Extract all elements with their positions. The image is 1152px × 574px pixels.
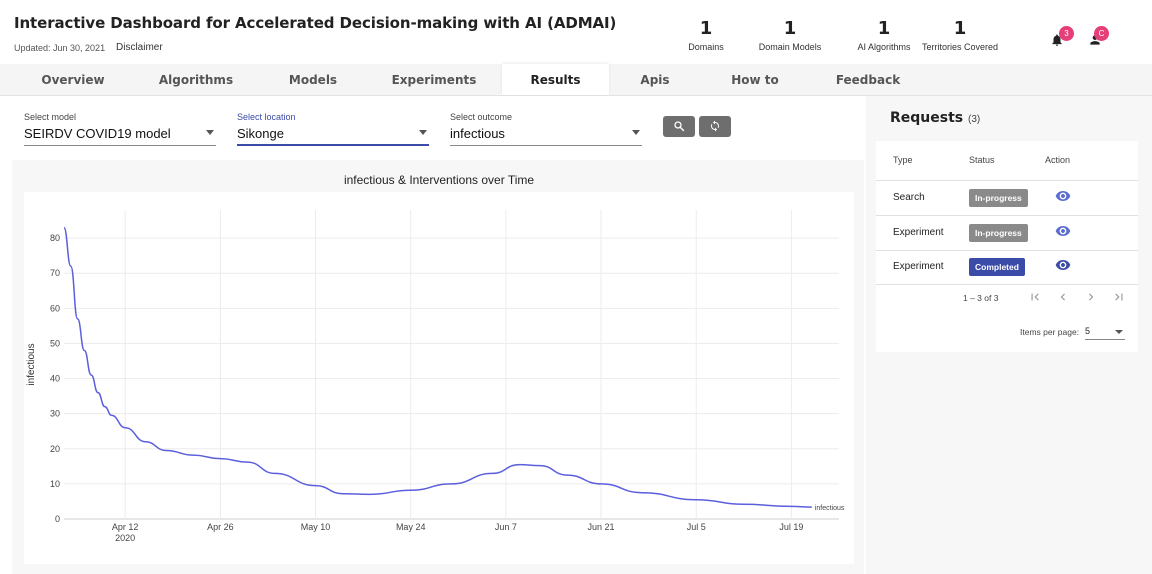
requests-table-header: Type Status Action (876, 141, 1138, 181)
requests-table: Type Status Action Search In-progress Expe… (876, 141, 1138, 352)
column-header-type: Type (893, 155, 913, 165)
chart-title: infectious & Interventions over Time (343, 173, 535, 187)
tab-apis[interactable]: Apis (615, 64, 695, 95)
items-per-page-label: Items per page: (1020, 327, 1080, 337)
outcome-select-value: infectious (450, 126, 505, 141)
y-tick-label: 0 (55, 514, 60, 524)
x-tick-label: Apr 12 (112, 522, 139, 532)
x-tick-label: Jun 21 (588, 522, 615, 532)
stat-label: Territories Covered (921, 42, 999, 52)
tab-feedback[interactable]: Feedback (818, 64, 918, 95)
y-tick-label: 10 (50, 479, 60, 489)
y-axis-label: infectious (26, 343, 37, 385)
y-tick-label: 50 (50, 338, 60, 348)
location-select[interactable]: Select location Sikonge (237, 110, 429, 146)
first-page-icon[interactable] (1028, 290, 1042, 304)
column-header-status: Status (969, 155, 995, 165)
requests-title-text: Requests (890, 110, 964, 126)
items-per-page-value: 5 (1085, 326, 1091, 336)
chevron-down-icon (206, 130, 214, 135)
y-tick-label: 20 (50, 444, 60, 454)
status-badge: In-progress (969, 223, 1028, 242)
last-page-icon[interactable] (1112, 290, 1126, 304)
chevron-down-icon (1115, 330, 1123, 334)
series-line-infectious (63, 226, 812, 508)
tab-algorithms[interactable]: Algorithms (137, 64, 255, 95)
search-button[interactable] (663, 116, 695, 137)
paginator: 1 – 3 of 3 (876, 286, 1138, 310)
requests-count: (3) (968, 114, 981, 125)
location-select-label: Select location (237, 112, 296, 122)
refresh-icon (711, 120, 719, 132)
stat-value: 1 (953, 18, 967, 39)
x-tick-label: Jul 5 (687, 522, 706, 532)
model-select-value: SEIRDV COVID19 model (24, 126, 171, 141)
user-menu-button[interactable]: C (1082, 26, 1112, 52)
chart-area[interactable]: 0 10 20 30 40 50 60 70 80 Apr 12 2020 Apr 26 May 10 M… (24, 192, 854, 564)
status-badge: In-progress (969, 189, 1028, 207)
request-type: Search (893, 192, 925, 203)
x-tick-label: May 10 (301, 522, 331, 532)
series-end-label: infectious (815, 505, 845, 512)
outcome-select[interactable]: Select outcome infectious (450, 110, 642, 146)
main-tabs: Overview Algorithms Models Experiments R… (0, 64, 1152, 96)
tab-how-to[interactable]: How to (710, 64, 800, 95)
refresh-button[interactable] (699, 116, 731, 137)
items-per-page-select[interactable]: 5 (1085, 322, 1125, 340)
notification-count-badge: 3 (1059, 26, 1074, 41)
previous-page-icon[interactable] (1056, 290, 1070, 304)
user-initial-badge: C (1094, 26, 1109, 41)
tab-experiments[interactable]: Experiments (375, 64, 493, 95)
y-tick-label: 80 (50, 233, 60, 243)
tab-models[interactable]: Models (254, 64, 372, 95)
next-page-icon[interactable] (1084, 290, 1098, 304)
requests-title: Requests (3) (890, 110, 980, 126)
x-tick-label: Apr 26 (207, 522, 234, 532)
disclaimer-link[interactable]: Disclaimer (116, 42, 163, 53)
updated-date: Updated: Jun 30, 2021 (14, 43, 106, 53)
request-type: Experiment (893, 261, 944, 272)
x-tick-sublabel: 2020 (115, 533, 135, 543)
eye-icon[interactable] (1055, 190, 1071, 202)
app-title: Interactive Dashboard for Accelerated De… (14, 14, 617, 32)
outcome-select-label: Select outcome (450, 112, 513, 122)
request-type: Experiment (893, 226, 944, 238)
y-tick-label: 70 (50, 268, 60, 278)
app-header: Interactive Dashboard for Accelerated De… (0, 0, 1152, 64)
tab-overview[interactable]: Overview (14, 64, 132, 95)
search-icon (674, 121, 685, 132)
location-select-value: Sikonge (237, 126, 284, 141)
status-badge: Completed (969, 258, 1025, 276)
table-row: Experiment Completed (876, 250, 1138, 285)
chevron-down-icon (419, 130, 427, 135)
notifications-button[interactable]: 3 (1043, 26, 1074, 52)
y-tick-label: 60 (50, 303, 60, 313)
chevron-down-icon (632, 130, 640, 135)
model-select-label: Select model (24, 112, 77, 122)
stat-territories: 1 Territories Covered (905, 18, 1015, 52)
tab-results[interactable]: Results (502, 64, 609, 95)
model-select[interactable]: Select model SEIRDV COVID19 model (24, 110, 216, 146)
paginator-range: 1 – 3 of 3 (963, 293, 999, 303)
x-tick-label: Jul 19 (779, 522, 803, 532)
line-chart[interactable]: 0 10 20 30 40 50 60 70 80 Apr 122020 Apr 26 May 10 M… (24, 192, 854, 564)
x-tick-label: May 24 (396, 522, 426, 532)
y-tick-label: 40 (50, 374, 60, 384)
column-header-action: Action (1045, 155, 1071, 165)
table-row: Search In-progress (876, 181, 1138, 216)
table-row: Experiment In-progress (876, 216, 1138, 251)
y-tick-label: 30 (50, 409, 60, 419)
x-tick-label: Jun 7 (495, 522, 517, 532)
eye-icon[interactable] (1055, 225, 1071, 237)
eye-icon[interactable] (1055, 259, 1071, 271)
